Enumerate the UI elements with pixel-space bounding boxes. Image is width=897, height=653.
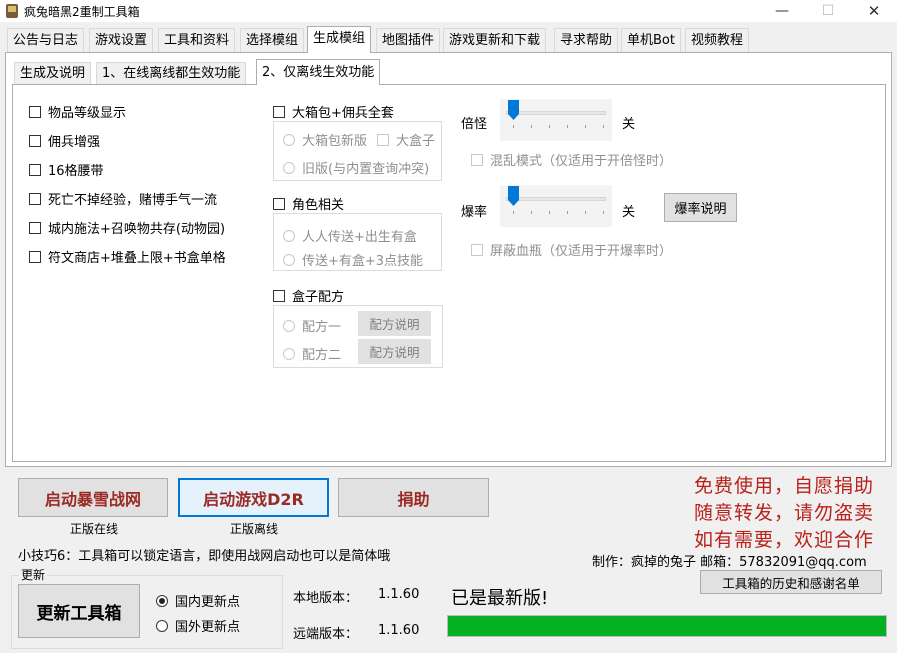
update-progress-bar	[447, 615, 887, 637]
option-16-belt[interactable]: 16格腰带	[29, 160, 104, 179]
radio[interactable]	[156, 594, 168, 607]
close-button[interactable]: ✕	[852, 0, 896, 22]
radio[interactable]	[156, 619, 168, 632]
launch-d2r-button[interactable]: 启动游戏D2R	[178, 478, 329, 517]
radio[interactable]	[283, 319, 295, 332]
checkbox[interactable]	[273, 197, 285, 210]
option-no-exp-loss[interactable]: 死亡不掉经验，赌博手气一流	[29, 189, 217, 208]
tip-text: 小技巧6：工具箱可以锁定语言，即使用战网启动也可以是简体哦	[18, 549, 391, 564]
subtab-online-offline[interactable]: 1、在线离线都生效功能	[96, 62, 247, 84]
radio-big-box-old[interactable]: 旧版(与内置查询冲突)	[283, 158, 429, 177]
tab-tools[interactable]: 工具和资料	[158, 28, 236, 52]
local-version-label: 本地版本：	[293, 591, 359, 606]
checkbox[interactable]	[273, 105, 285, 118]
subtab-offline-only[interactable]: 2、仅离线生效功能	[256, 59, 381, 85]
promo-line-3: 如有需要，欢迎合作	[694, 529, 875, 551]
author-info: 制作：疯掉的兔子 邮箱：57832091@qq.com	[592, 555, 867, 570]
radio[interactable]	[283, 229, 295, 242]
checkbox[interactable]	[29, 192, 41, 205]
subtab-generate[interactable]: 生成及说明	[14, 62, 92, 84]
tab-help[interactable]: 寻求帮助	[554, 28, 619, 52]
checkbox[interactable]	[471, 243, 483, 256]
checkbox[interactable]	[29, 221, 41, 234]
checkbox[interactable]	[273, 289, 285, 302]
checkbox[interactable]	[377, 133, 389, 146]
radio-domestic-server[interactable]: 国内更新点	[156, 591, 240, 610]
checkbox[interactable]	[471, 153, 483, 166]
option-town-casting[interactable]: 城内施法+召唤物共存(动物园)	[29, 218, 225, 237]
d2r-caption: 正版离线	[230, 522, 279, 536]
radio[interactable]	[283, 347, 295, 360]
tab-game-settings[interactable]: 游戏设置	[89, 28, 154, 52]
remote-version-value: 1.1.60	[378, 623, 420, 638]
multiplier-slider[interactable]	[500, 99, 612, 141]
radio[interactable]	[283, 161, 295, 174]
app-icon	[4, 3, 20, 19]
update-progress-fill	[448, 616, 886, 636]
multiplier-slider-thumb[interactable]	[508, 100, 519, 120]
radio-recipe-1[interactable]: 配方一	[283, 316, 341, 335]
tab-announcements[interactable]: 公告与日志	[7, 28, 85, 52]
recipe-2-help-button[interactable]: 配方说明	[358, 339, 431, 364]
tab-offline-bot[interactable]: 单机Bot	[621, 28, 681, 52]
checkbox[interactable]	[29, 250, 41, 263]
radio-teleport-box[interactable]: 人人传送+出生有盒	[283, 226, 417, 245]
tab-video-tutorials[interactable]: 视频教程	[685, 28, 750, 52]
local-version-value: 1.1.60	[378, 587, 420, 602]
droprate-slider-thumb[interactable]	[508, 186, 519, 206]
option-big-box[interactable]: 大箱包+佣兵全套	[273, 102, 394, 121]
option-mercenary-boost[interactable]: 佣兵增强	[29, 131, 100, 150]
option-rune-shop[interactable]: 符文商店+堆叠上限+书盒单格	[29, 247, 226, 266]
multiplier-state: 关	[622, 117, 636, 132]
radio-overseas-server[interactable]: 国外更新点	[156, 616, 240, 635]
radio-teleport-skills[interactable]: 传送+有盒+3点技能	[283, 250, 423, 269]
checkbox-big-box[interactable]: 大盒子	[377, 130, 435, 149]
option-item-level[interactable]: 物品等级显示	[29, 102, 126, 121]
droprate-help-button[interactable]: 爆率说明	[664, 193, 737, 222]
checkbox[interactable]	[29, 163, 41, 176]
option-hide-potions[interactable]: 屏蔽血瓶（仅适用于开爆率时）	[471, 240, 672, 259]
update-status: 已是最新版!	[451, 588, 549, 609]
battlenet-caption: 正版在线	[70, 522, 119, 536]
tab-game-update[interactable]: 游戏更新和下载	[443, 28, 547, 52]
radio[interactable]	[283, 133, 295, 146]
remote-version-label: 远端版本：	[293, 627, 359, 642]
droprate-slider[interactable]	[500, 185, 612, 227]
tab-select-mod[interactable]: 选择模组	[240, 28, 305, 52]
tab-generate-mod[interactable]: 生成模组	[307, 26, 372, 53]
option-chaos-mode[interactable]: 混乱模式（仅适用于开倍怪时）	[471, 150, 672, 169]
option-box-recipe[interactable]: 盒子配方	[273, 286, 344, 305]
promo-line-2: 随意转发，请勿盗卖	[694, 502, 875, 524]
tab-map-plugin[interactable]: 地图插件	[376, 28, 441, 52]
update-group-label: 更新	[19, 566, 48, 583]
droprate-label: 爆率	[461, 205, 488, 220]
donate-button[interactable]: 捐助	[338, 478, 489, 517]
sub-tab-panel	[12, 84, 886, 462]
multiplier-label: 倍怪	[461, 117, 488, 132]
promo-line-1: 免费使用，自愿捐助	[694, 475, 875, 497]
update-toolbox-button[interactable]: 更新工具箱	[18, 584, 140, 638]
radio[interactable]	[283, 253, 295, 266]
checkbox[interactable]	[29, 134, 41, 147]
option-character[interactable]: 角色相关	[273, 194, 344, 213]
radio-recipe-2[interactable]: 配方二	[283, 344, 341, 363]
radio-big-box-new[interactable]: 大箱包新版	[283, 130, 367, 149]
minimize-button[interactable]: —	[760, 0, 804, 22]
launch-battlenet-button[interactable]: 启动暴雪战网	[18, 478, 168, 517]
window-title: 疯兔暗黑2重制工具箱	[24, 5, 140, 19]
checkbox[interactable]	[29, 105, 41, 118]
recipe-1-help-button[interactable]: 配方说明	[358, 311, 431, 336]
history-thanks-button[interactable]: 工具箱的历史和感谢名单	[700, 570, 882, 594]
droprate-state: 关	[622, 205, 636, 220]
maximize-button[interactable]: ☐	[806, 0, 850, 22]
